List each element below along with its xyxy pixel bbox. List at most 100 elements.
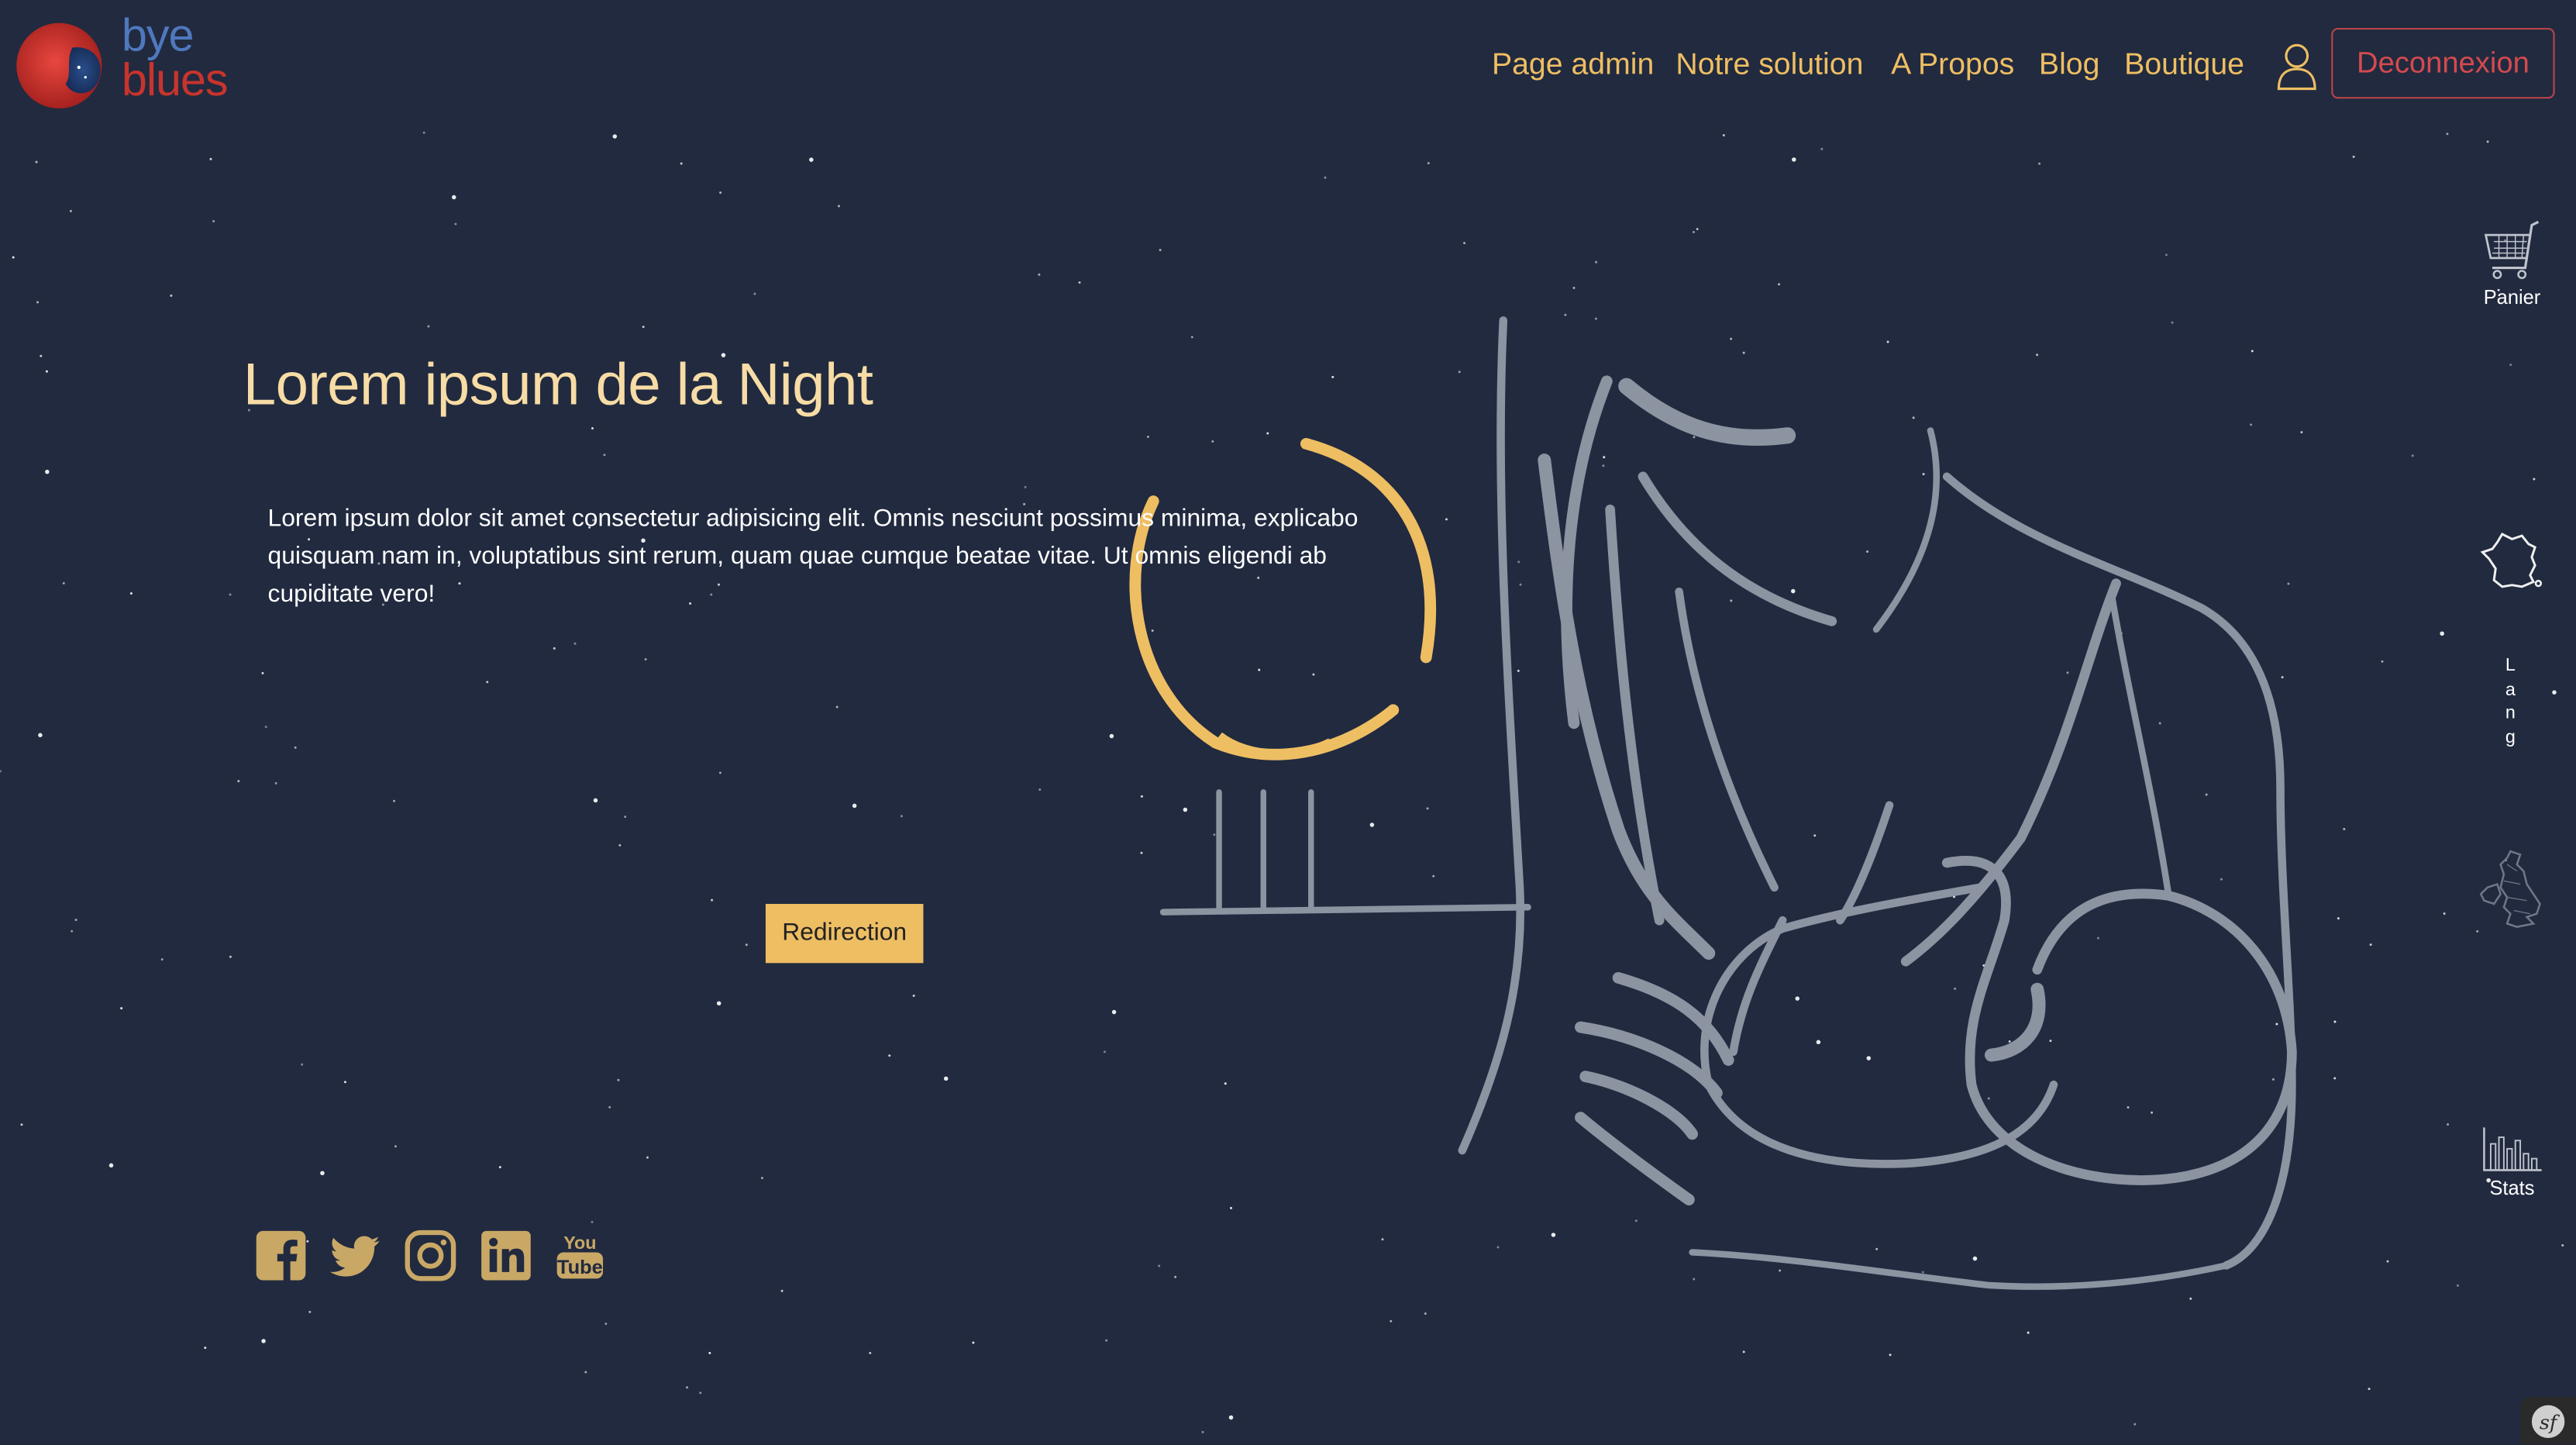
youtube-glyph-bottom: Tube bbox=[557, 1257, 603, 1278]
star-dot bbox=[498, 1166, 501, 1169]
star-dot bbox=[699, 1392, 702, 1395]
star-dot bbox=[2386, 1260, 2389, 1263]
star-dot bbox=[2333, 1020, 2337, 1023]
star-dot bbox=[74, 919, 77, 922]
sidebar-stats[interactable]: Stats bbox=[2478, 1124, 2547, 1200]
star-dot bbox=[160, 958, 164, 961]
star-dot bbox=[711, 898, 714, 902]
star-dot bbox=[40, 354, 43, 357]
star-dot bbox=[301, 1063, 304, 1066]
user-account-icon[interactable] bbox=[2274, 40, 2319, 92]
star-dot bbox=[69, 209, 72, 212]
star-dot bbox=[0, 770, 2, 773]
language-letter: L bbox=[2505, 655, 2516, 676]
star-dot bbox=[12, 256, 15, 259]
star-dot bbox=[943, 1076, 949, 1081]
star-dot bbox=[912, 995, 915, 997]
star-dot bbox=[2038, 162, 2041, 165]
brand-line-1: bye bbox=[121, 9, 195, 61]
star-dot bbox=[1696, 228, 1699, 231]
star-dot bbox=[2443, 912, 2446, 915]
redirection-button[interactable]: Redirection bbox=[765, 903, 924, 964]
star-dot bbox=[1693, 230, 1695, 233]
star-dot bbox=[35, 160, 38, 164]
nav-link-a-propos[interactable]: A Propos bbox=[1891, 46, 2014, 82]
language-selector[interactable]: L a n g bbox=[2501, 654, 2520, 750]
brand-logo[interactable]: bye blues bbox=[16, 12, 254, 113]
star-dot bbox=[591, 1220, 594, 1223]
france-flag-map-icon[interactable] bbox=[2479, 529, 2545, 595]
star-dot bbox=[1111, 1009, 1117, 1015]
star-dot bbox=[2352, 155, 2355, 158]
star-dot bbox=[204, 1347, 207, 1350]
star-dot bbox=[422, 131, 425, 134]
star-dot bbox=[553, 647, 556, 650]
star-dot bbox=[1427, 162, 1430, 164]
star-dot bbox=[2533, 478, 2536, 481]
star-dot bbox=[1104, 1050, 1106, 1054]
star-dot bbox=[393, 799, 396, 802]
language-letter: n bbox=[2505, 703, 2516, 723]
star-dot bbox=[2337, 917, 2340, 920]
star-dot bbox=[888, 1054, 891, 1057]
star-dot bbox=[2164, 253, 2168, 257]
star-dot bbox=[261, 1339, 266, 1343]
nav-link-blog[interactable]: Blog bbox=[2039, 46, 2100, 82]
facebook-icon[interactable] bbox=[255, 1229, 308, 1282]
twitter-icon[interactable] bbox=[329, 1229, 381, 1282]
star-dot bbox=[1595, 260, 1598, 264]
star-dot bbox=[320, 1171, 325, 1176]
star-dot bbox=[852, 803, 857, 809]
hero-description: Lorem ipsum dolor sit amet consectetur a… bbox=[267, 504, 1359, 609]
star-dot bbox=[1324, 176, 1327, 179]
star-dot bbox=[1038, 788, 1042, 791]
star-dot bbox=[1572, 286, 1576, 289]
star-dot bbox=[1792, 157, 1796, 162]
sidebar-cart[interactable]: Panier bbox=[2478, 219, 2547, 309]
star-dot bbox=[760, 1177, 763, 1180]
star-dot bbox=[753, 292, 756, 295]
star-dot bbox=[604, 1323, 608, 1326]
star-dot bbox=[2509, 364, 2512, 367]
page: bye blues Page admin Notre solution A Pr… bbox=[0, 0, 2576, 1445]
logout-button[interactable]: Deconnexion bbox=[2331, 28, 2555, 99]
instagram-icon[interactable] bbox=[405, 1229, 457, 1282]
linkedin-icon[interactable] bbox=[480, 1229, 532, 1282]
star-dot bbox=[1722, 133, 1725, 136]
nav-link-boutique[interactable]: Boutique bbox=[2124, 46, 2244, 82]
star-dot bbox=[38, 733, 43, 738]
star-dot bbox=[2333, 1077, 2337, 1080]
shopping-cart-icon bbox=[2484, 220, 2540, 279]
star-dot bbox=[1078, 281, 1081, 284]
language-letter: a bbox=[2505, 679, 2516, 700]
nav-link-page-admin[interactable]: Page admin bbox=[1492, 46, 1654, 82]
star-dot bbox=[718, 771, 721, 774]
star-dot bbox=[972, 1341, 975, 1344]
uk-flag-map-icon[interactable] bbox=[2478, 848, 2547, 933]
mother-baby-illustration bbox=[1129, 316, 2297, 1290]
star-dot bbox=[2381, 660, 2384, 663]
star-dot bbox=[1463, 242, 1466, 245]
star-dot bbox=[1390, 1319, 1393, 1323]
star-dot bbox=[1742, 1350, 1745, 1354]
star-dot bbox=[2486, 140, 2489, 143]
star-dot bbox=[608, 1105, 611, 1109]
star-dot bbox=[646, 1156, 649, 1159]
star-dot bbox=[1201, 1430, 1204, 1433]
star-dot bbox=[1038, 273, 1041, 276]
star-dot bbox=[2457, 1284, 2460, 1287]
star-dot bbox=[837, 205, 840, 208]
star-dot bbox=[2343, 828, 2346, 831]
star-dot bbox=[45, 469, 50, 474]
nav-link-notre-solution[interactable]: Notre solution bbox=[1675, 46, 1863, 82]
star-dot bbox=[212, 219, 215, 222]
star-dot bbox=[624, 816, 627, 819]
star-dot bbox=[2447, 1123, 2450, 1126]
youtube-glyph-top: You bbox=[563, 1233, 596, 1253]
star-dot bbox=[36, 301, 40, 304]
symfony-toolbar-toggle[interactable]: sf bbox=[2520, 1396, 2576, 1445]
star-dot bbox=[451, 195, 456, 200]
brand-wordmark: bye blues bbox=[121, 9, 229, 103]
star-dot bbox=[809, 157, 814, 162]
youtube-icon[interactable]: You Tube bbox=[553, 1229, 606, 1282]
